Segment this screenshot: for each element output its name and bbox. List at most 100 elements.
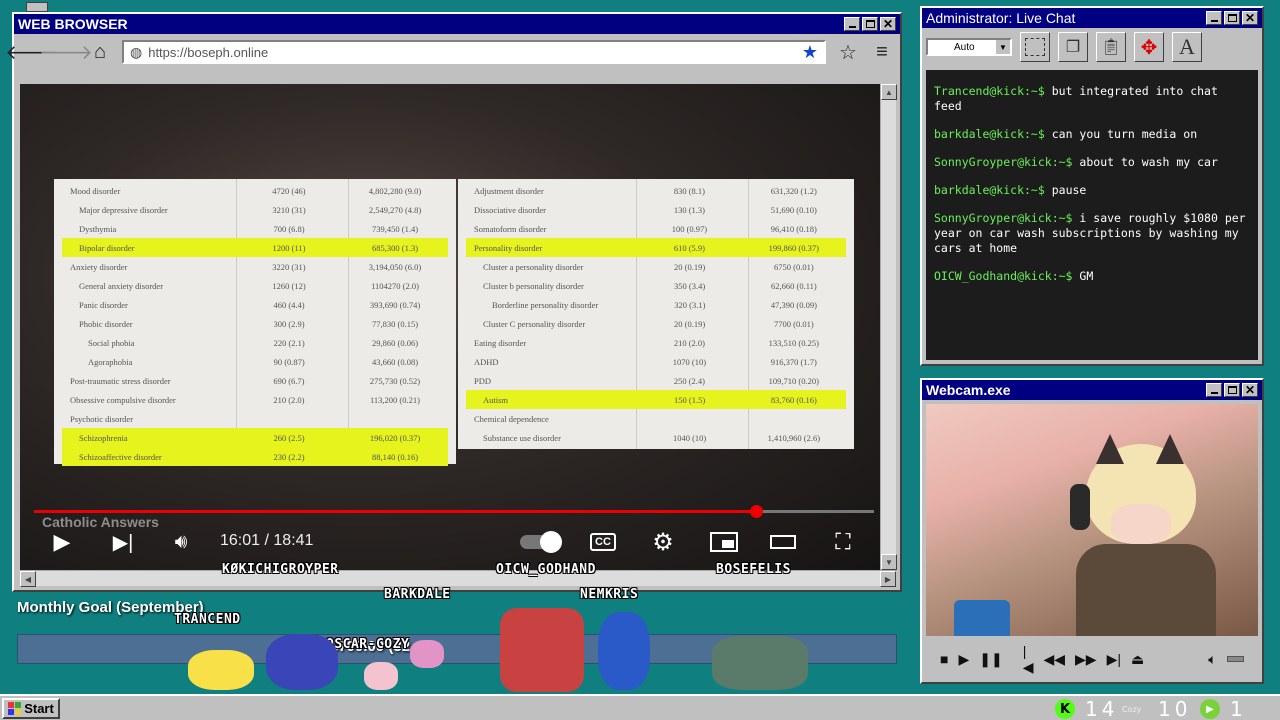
url-text: https://boseph.online [148,44,269,60]
condition-name: Obsessive compulsive disorder [70,394,176,405]
pause-icon[interactable]: ❚❚ [979,651,1002,668]
scroll-left-icon[interactable]: ◀ [20,571,36,587]
population-count: 62,660 (0.11) [770,280,817,291]
table-row: General anxiety disorder 1260 (12) 1104270… [62,276,448,295]
patient-count: 610 (5.9) [673,242,705,253]
next-track-icon[interactable]: ▶| [110,527,136,557]
table-row: Autism 150 (1.5) 83,760 (0.16) [466,390,846,409]
autoplay-toggle-icon[interactable] [518,527,562,557]
maximize-button[interactable] [862,17,878,31]
condition-name: Phobic disorder [79,318,133,329]
mecha-sprite [500,608,584,692]
table-row: Substance use disorder 1040 (10) 1,410,960… [466,428,846,447]
table-row: Dysthymia 700 (6.8) 739,450 (1.4) [62,219,448,238]
move-icon[interactable]: ✥ [1134,32,1164,62]
table-row: Somatoform disorder 100 (0.97) 96,410 (0.1… [466,219,846,238]
table-row: Anxiety disorder 3220 (31) 3,194,050 (6.0) [62,257,448,276]
volume-slider[interactable] [1226,656,1244,662]
population-count: 6750 (0.01) [774,261,814,272]
kick-counter: K 14 [1055,697,1118,720]
chat-username[interactable]: barkdale@kick:~$ [934,183,1045,197]
desktop-icon[interactable] [26,2,48,12]
captions-icon[interactable]: CC [588,527,618,557]
chat-username[interactable]: OICW_Godhand@kick:~$ [934,269,1072,283]
skip-back-icon[interactable]: |◀ [1023,643,1034,676]
close-button[interactable]: ✕ [880,17,896,31]
play-icon[interactable]: ▶ [958,651,969,668]
avatar [1070,434,1226,636]
menu-icon[interactable]: ≡ [870,40,894,64]
favorites-star-icon[interactable]: ☆ [836,40,860,64]
population-count: 47,390 (0.09) [770,299,817,310]
theater-mode-icon[interactable] [768,527,798,557]
chat-text: GM [1079,269,1094,283]
chat-username[interactable]: barkdale@kick:~$ [934,127,1045,141]
population-count: 51,690 (0.10) [770,204,817,215]
eject-icon[interactable]: ⏏ [1131,651,1144,668]
paste-icon[interactable]: 📋︎ [1096,32,1126,62]
viewer-name: NEMKRIS [580,587,639,602]
stop-icon[interactable]: ■ [940,651,948,667]
start-label: Start [24,701,54,716]
chat-username[interactable]: Trancend@kick:~$ [934,84,1045,98]
webcam-titlebar[interactable]: Webcam.exe ✕ [922,380,1262,400]
scroll-down-icon[interactable]: ▼ [881,554,897,570]
video-progress-fill [34,510,757,513]
condition-name: Cluster b personality disorder [483,280,584,291]
play-icon[interactable]: ▶ [50,527,74,557]
home-icon[interactable]: ⌂ [88,40,112,64]
condition-name: ADHD [474,356,499,367]
table-row: Schizoaffective disorder 230 (2.2) 88,140 … [62,447,448,466]
chat-username[interactable]: SonnyGroyper@kick:~$ [934,211,1072,225]
patient-count: 230 (2.2) [273,451,305,462]
patient-count: 3220 (31) [272,261,306,272]
rewind-icon[interactable]: ◀◀ [1043,651,1065,668]
close-button[interactable]: ✕ [1242,11,1258,25]
chat-messages[interactable]: Trancend@kick:~$ but integrated into cha… [926,70,1258,360]
start-button[interactable]: Start [2,698,60,719]
video-progress-bar[interactable] [34,505,874,518]
bookmark-star-icon[interactable]: ★ [802,42,818,63]
vertical-scrollbar[interactable]: ▲ ▼ [880,84,897,570]
population-count: 393,690 (0.74) [369,299,421,310]
population-count: 631,320 (1.2) [770,185,817,196]
maximize-button[interactable] [1224,11,1240,25]
skip-forward-icon[interactable]: ▶| [1107,651,1121,668]
condition-name: Bipolar disorder [79,242,135,253]
video-player[interactable]: Mood disorder 4720 (46) 4,802,280 (9.0) Maj… [20,84,880,570]
volume-icon[interactable]: 🔈︎ [1208,651,1216,668]
settings-gear-icon[interactable]: ⚙ [648,527,678,557]
population-count: 96,410 (0.18) [770,223,817,234]
chat-titlebar[interactable]: Administrator: Live Chat ✕ [922,8,1262,28]
fast-forward-icon[interactable]: ▶▶ [1075,651,1097,668]
table-row: Psychotic disorder [62,409,448,428]
select-icon[interactable] [1020,32,1050,62]
minimize-button[interactable] [844,17,860,31]
volume-icon[interactable]: 🔊︎ [168,527,194,557]
fullscreen-icon[interactable]: ⛶ [828,527,858,557]
forward-arrow-icon[interactable]: 🡒 [39,40,93,64]
pink-creature-sprite [410,640,444,668]
population-count: 739,450 (1.4) [372,223,419,234]
scroll-up-icon[interactable]: ▲ [881,84,897,100]
population-count: 109,710 (0.20) [768,375,819,386]
meta-knight-sprite [266,634,338,690]
scroll-right-icon[interactable]: ▶ [880,571,896,587]
video-time: 16:01 / 18:41 [220,532,314,549]
font-size-select[interactable]: Auto ▼ [926,38,1012,56]
population-count: 1104270 (2.0) [371,280,419,291]
maximize-button[interactable] [1224,383,1240,397]
condition-name: Schizophrenia [79,432,128,443]
miniplayer-icon[interactable] [708,527,740,557]
mug [954,600,1010,636]
chat-username[interactable]: SonnyGroyper@kick:~$ [934,155,1072,169]
minimize-button[interactable] [1206,383,1222,397]
copy-icon[interactable]: ❐ [1058,32,1088,62]
video-scrubber-handle[interactable] [750,505,764,518]
browser-titlebar[interactable]: WEB BROWSER ✕ [14,14,900,34]
close-button[interactable]: ✕ [1242,383,1258,397]
text-format-icon[interactable]: A [1172,32,1202,62]
address-bar[interactable]: ◍ https://boseph.online ★ [122,40,826,64]
population-count: 29,860 (0.06) [372,337,419,348]
minimize-button[interactable] [1206,11,1222,25]
